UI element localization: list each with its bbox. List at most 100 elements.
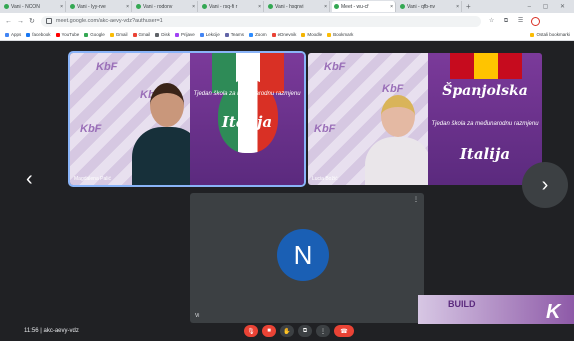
youtube-icon bbox=[55, 32, 60, 37]
tab-close-icon[interactable]: × bbox=[60, 4, 63, 10]
preview-text: BUILD bbox=[448, 299, 476, 309]
microphone-toggle-button[interactable]: 🎙 bbox=[244, 325, 258, 337]
poster-country: Italija bbox=[221, 113, 273, 131]
other-bookmarks[interactable]: Ostali bookmarki bbox=[530, 32, 570, 37]
clock-time: 11:56 bbox=[24, 328, 39, 334]
bookmark-item[interactable]: facebook bbox=[26, 32, 51, 37]
bookmark-item[interactable]: Google bbox=[84, 32, 105, 37]
bookmark-label: Teams bbox=[230, 32, 245, 37]
bookmark-label: Google bbox=[90, 32, 105, 37]
folder-icon bbox=[327, 32, 332, 37]
poster-subtitle: Tjedan škola za međunarodnu razmjenu bbox=[193, 91, 301, 97]
zoom-icon bbox=[249, 32, 254, 37]
tab-3[interactable]: Vani - rodonv × bbox=[134, 1, 198, 12]
spain-italy-poster: Španjolska Tjedan škola za međunarodnu r… bbox=[428, 53, 542, 185]
bookmarks-bar: Apps facebook YouTube Google Gmail Gmail… bbox=[0, 29, 574, 41]
tab-label: Vani - lyy-rve bbox=[77, 3, 106, 10]
address-bar-row: ← → ↻ meet.google.com/akc-aevy-vdz?authu… bbox=[0, 13, 574, 29]
present-button[interactable]: ⧉ bbox=[298, 325, 312, 337]
bookmark-label: Prijave bbox=[181, 32, 195, 37]
tab-favicon-icon bbox=[202, 4, 207, 9]
gmail-icon bbox=[132, 32, 137, 37]
bookmark-item[interactable]: Prijave bbox=[175, 32, 195, 37]
meeting-code: akc-aevy-vdz bbox=[43, 328, 79, 334]
tab-close-icon[interactable]: × bbox=[324, 4, 327, 10]
tab-strip: Vani - NCON × Vani - lyy-rve × Vani - rodo… bbox=[0, 0, 574, 13]
self-label: Vi bbox=[195, 313, 200, 319]
bookmark-item[interactable]: Teams bbox=[224, 32, 245, 37]
participant-tile-1[interactable]: KbF KbF KbF Tjedan škola za međunarodnu … bbox=[68, 51, 306, 187]
bookmark-item[interactable]: Moodle bbox=[301, 32, 322, 37]
person-head bbox=[150, 83, 184, 127]
bookmark-item[interactable]: Apps bbox=[5, 32, 21, 37]
kbf-logo-icon: KbF bbox=[80, 123, 102, 135]
bookmark-item[interactable]: Disk bbox=[155, 32, 170, 37]
bookmark-item[interactable]: eDnevnik bbox=[271, 32, 297, 37]
bookmark-item[interactable]: Bookmark bbox=[327, 32, 353, 37]
bookmark-item[interactable]: YouTube bbox=[55, 32, 79, 37]
tab-close-icon[interactable]: × bbox=[456, 4, 459, 10]
meeting-time-and-code: 11:56 | akc-aevy-vdz bbox=[24, 328, 79, 334]
kbf-logo-icon: K bbox=[546, 301, 561, 323]
person-head bbox=[381, 95, 415, 137]
tab-label: Vani - rodonv bbox=[143, 3, 173, 10]
participant-name: Lucia Božić bbox=[312, 176, 338, 182]
kbf-logo-icon: KbF bbox=[324, 61, 346, 73]
tab-2[interactable]: Vani - lyy-rve × bbox=[68, 1, 132, 12]
moodle-icon bbox=[301, 32, 306, 37]
bookmark-item[interactable]: Gmail bbox=[109, 32, 128, 37]
participant-name: Magdalena Palić bbox=[74, 176, 111, 182]
kbf-logo-icon: KbF bbox=[314, 123, 336, 135]
next-page-chevron-icon[interactable]: › bbox=[522, 162, 568, 208]
tab-favicon-icon bbox=[334, 4, 339, 9]
bookmark-item[interactable]: Zoom bbox=[249, 32, 267, 37]
folder-icon bbox=[530, 32, 535, 37]
bookmark-icon bbox=[199, 32, 204, 37]
url-text: meet.google.com/akc-aevy-vdz?authuser=1 bbox=[55, 18, 163, 24]
window-controls-icon[interactable]: – ▢ ✕ bbox=[528, 3, 574, 10]
tab-favicon-icon bbox=[70, 4, 75, 9]
new-tab-plus-icon[interactable]: + bbox=[466, 2, 471, 11]
tab-favicon-icon bbox=[4, 4, 9, 9]
meet-control-bar: 11:56 | akc-aevy-vdz 🎙 ■ ✋ ⧉ ⋮ ☎ bbox=[0, 324, 574, 341]
drive-icon bbox=[155, 32, 160, 37]
bookmark-label: Ostali bookmarki bbox=[536, 32, 570, 37]
bookmark-label: facebook bbox=[32, 32, 51, 37]
extensions-icon[interactable]: ☆ ⧉ ☰ bbox=[489, 17, 527, 25]
gmail-icon bbox=[109, 32, 114, 37]
spain-flag-icon bbox=[450, 53, 522, 79]
bookmark-label: Gmail bbox=[138, 32, 151, 37]
tab-close-icon[interactable]: × bbox=[390, 4, 393, 10]
tab-favicon-icon bbox=[268, 4, 273, 9]
reload-icon[interactable]: ↻ bbox=[29, 17, 35, 25]
tab-4[interactable]: Vani - rsq-fi r × bbox=[200, 1, 264, 12]
raise-hand-button[interactable]: ✋ bbox=[280, 325, 294, 337]
bookmark-label: eDnevnik bbox=[277, 32, 297, 37]
back-arrow-icon[interactable]: ← bbox=[5, 18, 12, 25]
url-field[interactable]: meet.google.com/akc-aevy-vdz?authuser=1 bbox=[40, 15, 481, 27]
forward-arrow-icon[interactable]: → bbox=[17, 18, 24, 25]
more-options-button[interactable]: ⋮ bbox=[316, 325, 330, 337]
tab-close-icon[interactable]: × bbox=[126, 4, 129, 10]
tab-close-icon[interactable]: × bbox=[192, 4, 195, 10]
participant-tile-2[interactable]: KbF KbF KbF Španjolska Tjedan škola za m… bbox=[308, 53, 542, 185]
tab-7[interactable]: Vani - qfb-nv × bbox=[398, 1, 462, 12]
facebook-icon bbox=[26, 32, 31, 37]
profile-avatar-icon[interactable] bbox=[531, 16, 541, 26]
poster-country: Italija bbox=[459, 145, 511, 163]
participant-tile-self[interactable]: ⋮ N Vi bbox=[190, 193, 424, 323]
tab-1[interactable]: Vani - NCON × bbox=[2, 1, 66, 12]
bookmark-item[interactable]: Gmail bbox=[132, 32, 151, 37]
kbf-logo-icon: KbF bbox=[96, 61, 118, 73]
bookmark-label: Apps bbox=[11, 32, 22, 37]
teams-icon bbox=[224, 32, 229, 37]
tab-close-icon[interactable]: × bbox=[258, 4, 261, 10]
camera-toggle-button[interactable]: ■ bbox=[262, 325, 276, 337]
mic-off-icon: 🎙 bbox=[247, 328, 255, 335]
tab-5[interactable]: Vani - hsqnvi × bbox=[266, 1, 330, 12]
leave-call-button[interactable]: ☎ bbox=[334, 325, 354, 337]
bookmark-item[interactable]: Lekcije bbox=[199, 32, 220, 37]
previous-page-chevron-icon[interactable]: ‹ bbox=[26, 168, 33, 191]
tab-label: Vani - hsqnvi bbox=[275, 3, 304, 10]
tab-6-active[interactable]: Meet - wu-cf × bbox=[332, 1, 396, 12]
